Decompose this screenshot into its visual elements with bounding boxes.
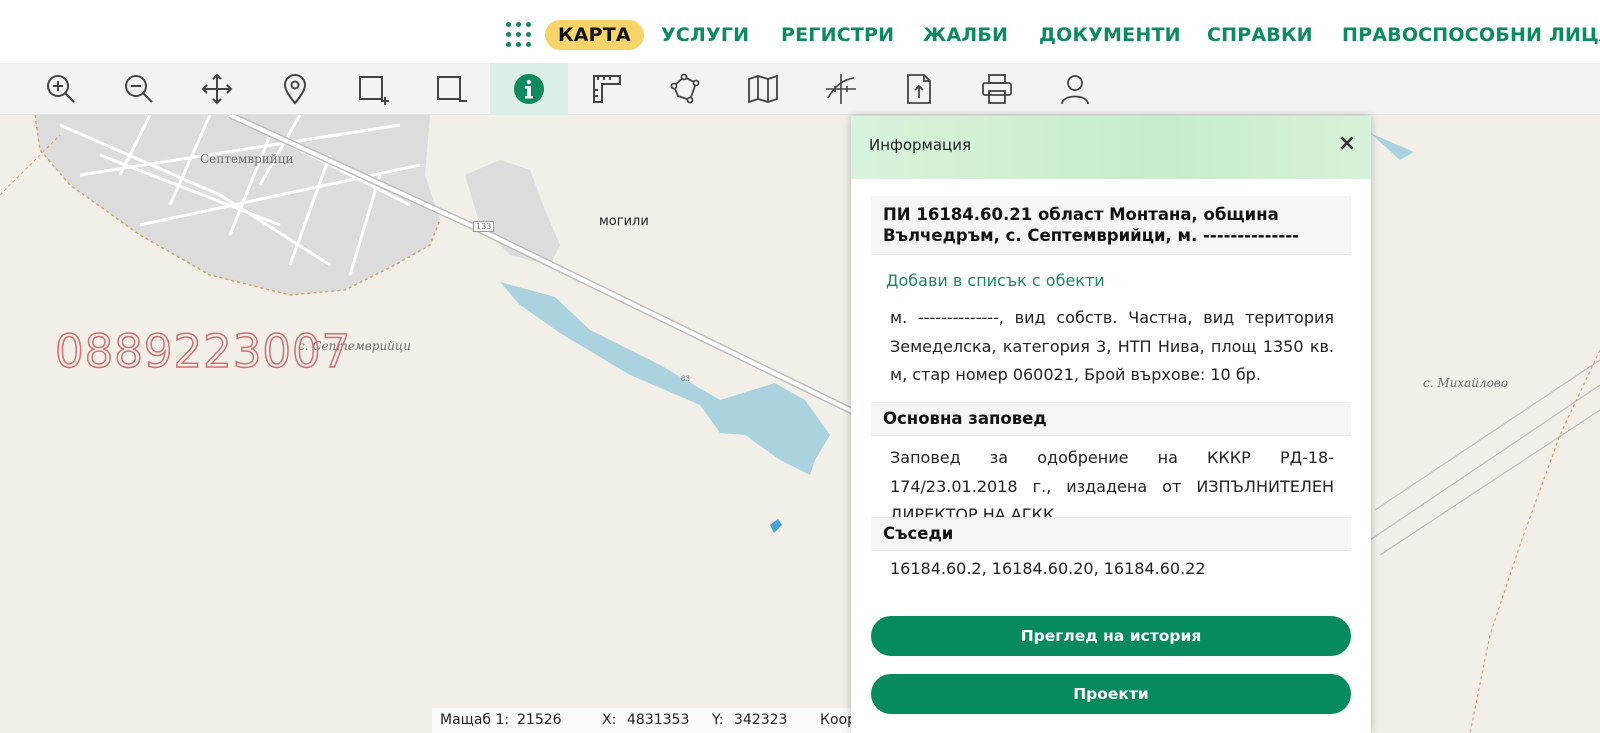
zoom-out-icon[interactable] bbox=[100, 63, 178, 115]
property-title: ПИ 16184.60.21 област Монтана, община Въ… bbox=[871, 196, 1351, 255]
map-label-septemvriytsi: Септемврийци bbox=[200, 152, 294, 166]
neighbors-list: 16184.60.2, 16184.60.20, 16184.60.22 bbox=[890, 559, 1206, 578]
watermark: 0889223007 bbox=[54, 324, 352, 379]
order-section-heading: Основна заповед bbox=[871, 402, 1351, 436]
pan-icon[interactable] bbox=[178, 63, 256, 115]
nav-item-dokumenti[interactable]: ДОКУМЕНТИ bbox=[1039, 20, 1181, 50]
coordinates-icon[interactable] bbox=[802, 63, 880, 115]
road-number-badge: 133 bbox=[473, 221, 495, 232]
y-label: Y: bbox=[712, 712, 724, 728]
polygon-icon[interactable] bbox=[646, 63, 724, 115]
box-zoom-out-icon[interactable] bbox=[412, 63, 490, 115]
neighbors-section-heading: Съседи bbox=[871, 517, 1351, 551]
apps-grid-icon[interactable] bbox=[504, 20, 534, 50]
x-label: X: bbox=[602, 712, 617, 728]
info-panel: Информация × ПИ 16184.60.21 област Монта… bbox=[851, 116, 1371, 733]
measure-icon[interactable] bbox=[568, 63, 646, 115]
info-icon[interactable] bbox=[490, 63, 568, 115]
top-navigation: КАРТА УСЛУГИ РЕГИСТРИ ЖАЛБИ ДОКУМЕНТИ СП… bbox=[0, 0, 1600, 63]
panel-title: Информация bbox=[869, 136, 972, 154]
map-toolbar bbox=[0, 63, 1600, 115]
nav-item-registri[interactable]: РЕГИСТРИ bbox=[781, 20, 894, 50]
y-value: 342323 bbox=[734, 712, 788, 728]
nav-item-spravki[interactable]: СПРАВКИ bbox=[1207, 20, 1313, 50]
user-icon[interactable] bbox=[1036, 63, 1114, 115]
status-bar: Мащаб 1: 21526 X: 4831353 Y: 342323 Коор bbox=[432, 708, 856, 733]
close-icon[interactable]: × bbox=[1335, 132, 1359, 156]
nav-item-pravosposobni-lica[interactable]: ПРАВОСПОСОБНИ ЛИЦА bbox=[1342, 20, 1600, 50]
upload-document-icon[interactable] bbox=[880, 63, 958, 115]
map-label-mihaylovo: с. Михайлово bbox=[1423, 376, 1509, 390]
nav-item-karta[interactable]: КАРТА bbox=[545, 20, 644, 50]
add-to-list-link[interactable]: Добави в списък с обекти bbox=[886, 271, 1105, 290]
zoom-in-icon[interactable] bbox=[22, 63, 100, 115]
history-button[interactable]: Преглед на история bbox=[871, 616, 1351, 656]
panel-header: Информация × bbox=[851, 116, 1371, 179]
nav-item-uslugi[interactable]: УСЛУГИ bbox=[661, 20, 749, 50]
map-label-mogili: могили bbox=[599, 214, 649, 229]
map-label-lake: 83 bbox=[681, 375, 690, 383]
scale-value: 21526 bbox=[517, 712, 562, 728]
box-zoom-in-icon[interactable] bbox=[334, 63, 412, 115]
property-description: м. --------------, вид собств. Частна, в… bbox=[890, 308, 1334, 384]
location-pin-icon[interactable] bbox=[256, 63, 334, 115]
nav-item-zhalbi[interactable]: ЖАЛБИ bbox=[923, 20, 1008, 50]
map-layers-icon[interactable] bbox=[724, 63, 802, 115]
x-value: 4831353 bbox=[627, 712, 690, 728]
print-icon[interactable] bbox=[958, 63, 1036, 115]
projects-button[interactable]: Проекти bbox=[871, 674, 1351, 714]
scale-label: Мащаб 1: bbox=[440, 712, 510, 728]
